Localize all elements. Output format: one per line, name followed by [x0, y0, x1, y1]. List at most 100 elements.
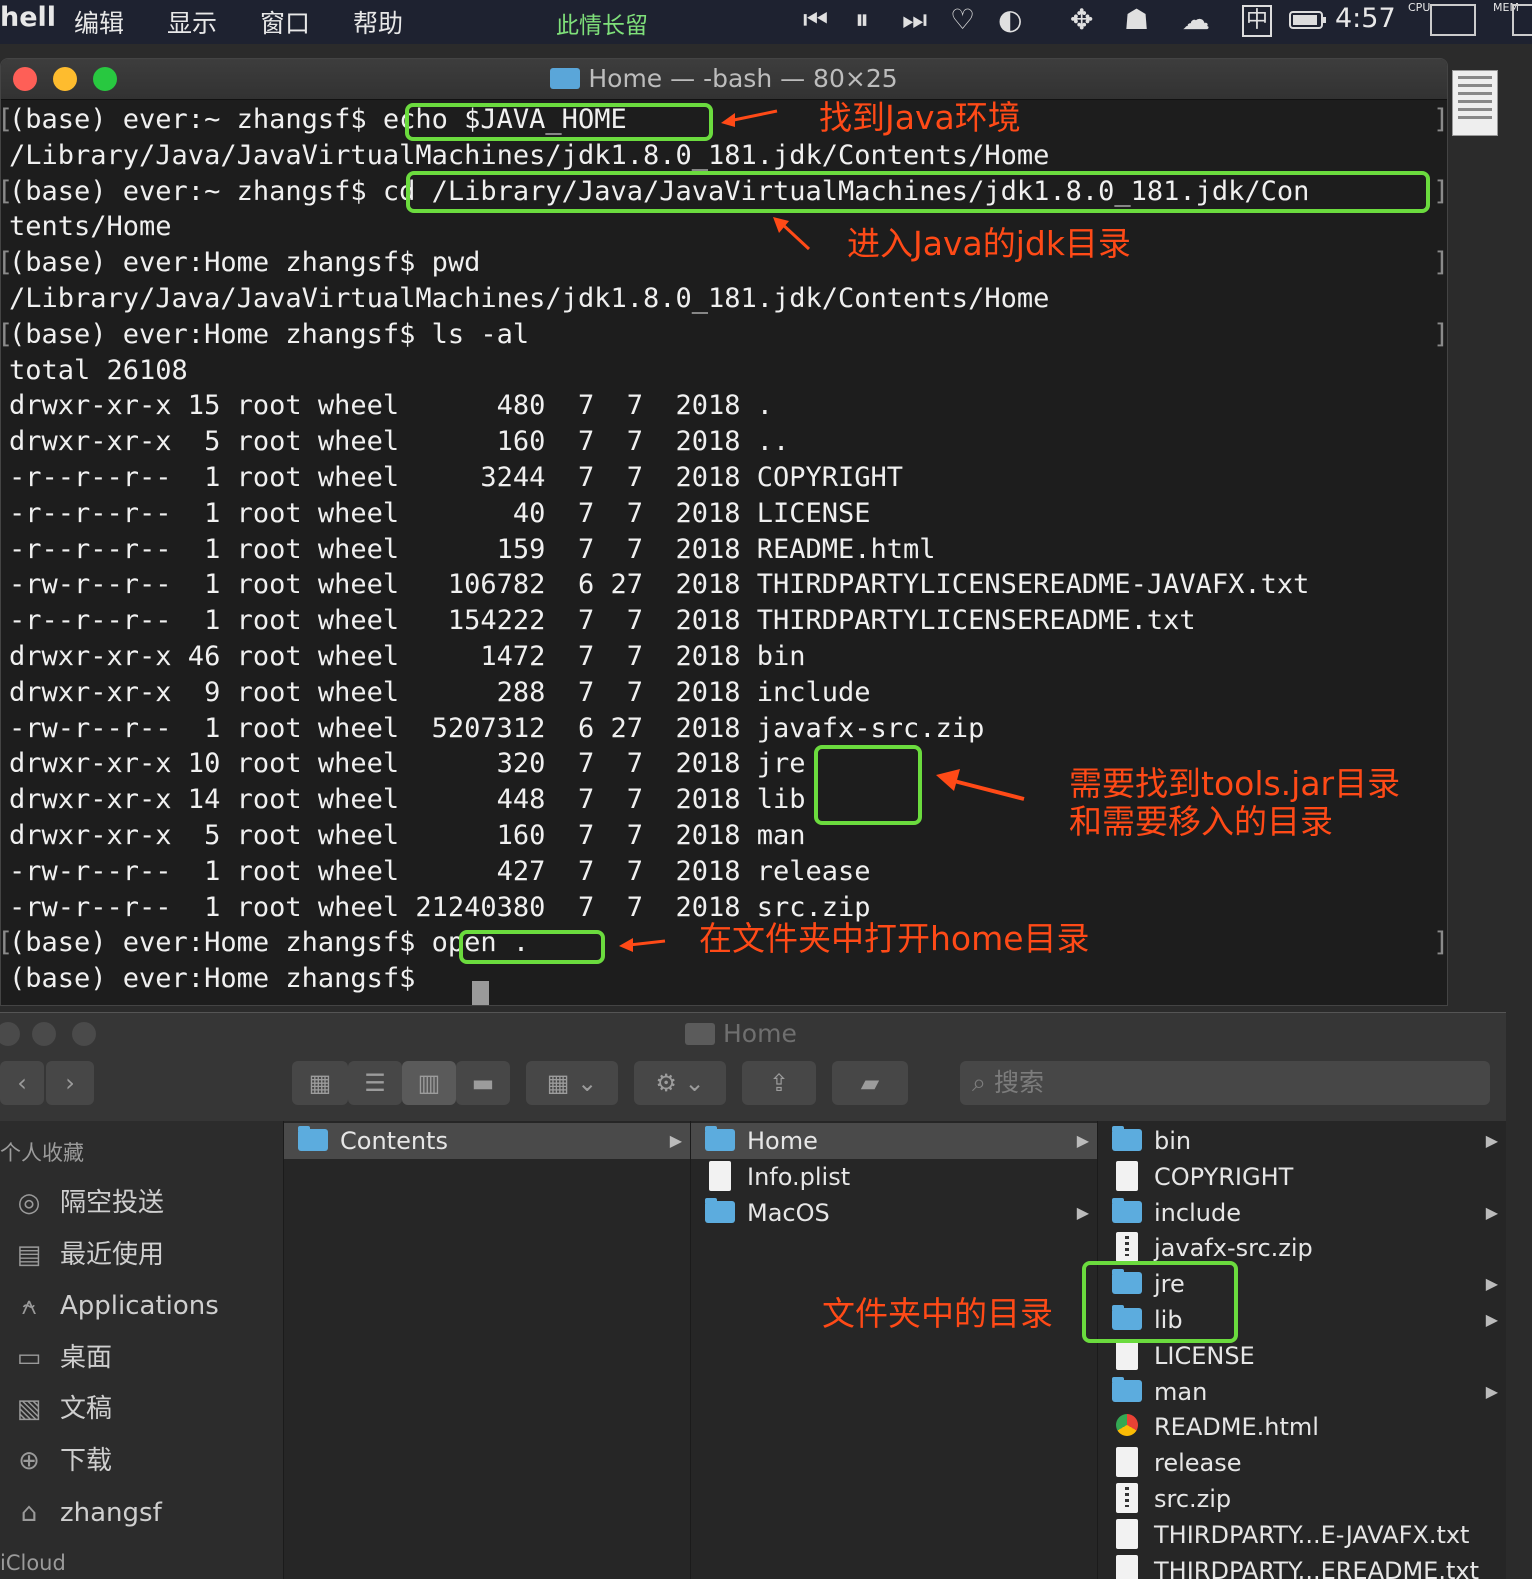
file-name: THIRDPARTY...EREADME.txt	[1154, 1556, 1479, 1579]
menu-edit[interactable]: 编辑	[74, 4, 124, 40]
qq-icon[interactable]: ☗	[1124, 2, 1149, 38]
finder-column-1[interactable]: Contents ▶	[284, 1121, 691, 1579]
menu-view[interactable]: 显示	[167, 4, 217, 40]
terminal-line: drwxr-xr-x 5 root wheel 160 7 7 2018 ..	[9, 426, 790, 458]
list-view-button[interactable]: ☰	[348, 1061, 402, 1105]
input-method-icon[interactable]: 中	[1242, 5, 1273, 37]
file-row[interactable]: THIRDPARTY...EREADME.txt	[1098, 1553, 1506, 1579]
search-input[interactable]: ⌕ 搜索	[960, 1061, 1490, 1105]
tags-button[interactable]: ▰	[832, 1061, 908, 1105]
gallery-view-button[interactable]: ▬	[456, 1061, 510, 1105]
desktop-document-thumbnail[interactable]	[1452, 70, 1498, 136]
file-name: LICENSE	[1154, 1341, 1255, 1370]
action-gear-button[interactable]: ⚙ ⌄	[634, 1061, 726, 1105]
menu-clock[interactable]: 4:57	[1335, 3, 1396, 34]
annotation-enter-jdk: 进入Java的jdk目录	[847, 224, 1131, 263]
downloads-icon: ⊕	[18, 1446, 40, 1476]
home-icon: ⌂	[20, 1497, 38, 1528]
terminal-line: -r--r--r-- 1 root wheel 40 7 7 2018 LICE…	[9, 497, 871, 529]
file-row[interactable]: LICENSE	[1098, 1338, 1506, 1374]
sidebar-section-icloud: iCloud	[0, 1551, 66, 1575]
folder-row[interactable]: man ▶	[1098, 1374, 1506, 1410]
app-menu[interactable]: hell	[0, 2, 56, 33]
file-row[interactable]: Info.plist	[691, 1159, 1097, 1195]
terminal-line: /Library/Java/JavaVirtualMachines/jdk1.8…	[9, 139, 1050, 171]
group-by-button[interactable]: ▦ ⌄	[526, 1061, 618, 1105]
sidebar-item-documents[interactable]: ▧ 文稿	[12, 1389, 112, 1429]
folder-icon	[705, 1126, 735, 1151]
terminal-line: drwxr-xr-x 14 root wheel 448 7 7 2018 li…	[9, 784, 806, 816]
file-row[interactable]: COPYRIGHT	[1098, 1159, 1506, 1195]
highlight-echo-command	[405, 103, 713, 141]
folder-row[interactable]: Home ▶	[691, 1123, 1097, 1159]
terminal-line: -rw-r--r-- 1 root wheel 427 7 7 2018 rel…	[9, 855, 871, 887]
dropbox-icon[interactable]: ✥	[1070, 2, 1093, 38]
heart-icon[interactable]: ♡	[950, 2, 975, 38]
now-playing-title[interactable]: 此情长留	[556, 6, 648, 40]
folder-row[interactable]: MacOS ▶	[691, 1195, 1097, 1231]
terminal-line: -r--r--r-- 1 root wheel 154222 7 7 2018 …	[9, 605, 1196, 637]
file-row[interactable]: THIRDPARTY...E-JAVAFX.txt	[1098, 1517, 1506, 1553]
sidebar-item-recents[interactable]: ▤ 最近使用	[12, 1235, 164, 1275]
sidebar-item-downloads[interactable]: ⊕ 下载	[12, 1441, 112, 1481]
close-button[interactable]	[0, 1022, 20, 1046]
chevron-right-icon: ▶	[1076, 1131, 1089, 1150]
column-view-button[interactable]: ▥	[402, 1061, 456, 1105]
annotation-arrow	[773, 217, 811, 251]
mem-graph[interactable]	[1512, 4, 1532, 36]
terminal-window: Home — -bash — 80×25 (base) ever:~ zhang…	[0, 58, 1448, 1006]
file-row[interactable]: release	[1098, 1445, 1506, 1481]
terminal-line: drwxr-xr-x 15 root wheel 480 7 7 2018 .	[9, 390, 774, 422]
file-name: release	[1154, 1449, 1242, 1478]
share-button[interactable]: ⇪	[742, 1061, 816, 1105]
previous-track-icon[interactable]: ⏮	[803, 2, 828, 38]
folder-row[interactable]: Contents ▶	[284, 1123, 690, 1159]
pause-icon[interactable]: ⏸	[855, 2, 869, 38]
wechat-icon[interactable]: ☁	[1182, 2, 1210, 38]
back-button[interactable]: ‹	[0, 1061, 44, 1105]
annotation-open-home: 在文件夹中打开home目录	[699, 919, 1090, 958]
terminal-line: (base) ever:Home zhangsf$ pwd	[9, 247, 481, 279]
next-track-icon[interactable]: ⏭	[902, 2, 927, 38]
folder-icon	[685, 1023, 715, 1045]
menu-window[interactable]: 窗口	[260, 4, 310, 40]
finder-column-3[interactable]: bin ▶ COPYRIGHT include ▶ javafx-src.zip jre ▶ l…	[1098, 1121, 1506, 1579]
folder-icon	[1112, 1376, 1142, 1402]
music-service-icon[interactable]: ◐	[998, 2, 1022, 38]
cpu-label: CPU	[1408, 1, 1431, 14]
document-icon	[709, 1160, 731, 1191]
forward-button[interactable]: ›	[46, 1061, 94, 1105]
terminal-line: tents/Home	[9, 211, 172, 243]
sidebar-item-label: zhangsf	[60, 1497, 162, 1528]
sidebar-item-home[interactable]: ⌂ zhangsf	[12, 1493, 162, 1533]
zoom-button[interactable]	[72, 1022, 96, 1046]
document-icon	[1116, 1518, 1138, 1549]
terminal-cursor	[472, 981, 489, 1005]
chevron-right-icon: ▶	[1485, 1274, 1498, 1294]
terminal-line: drwxr-xr-x 5 root wheel 160 7 7 2018 man	[9, 820, 806, 851]
search-placeholder: 搜索	[994, 1068, 1045, 1097]
sidebar-item-desktop[interactable]: ▭ 桌面	[12, 1338, 112, 1378]
finder-title-text: Home	[723, 1019, 797, 1048]
terminal-line: -r--r--r-- 1 root wheel 159 7 7 2018 REA…	[9, 533, 936, 565]
folder-icon	[1112, 1197, 1142, 1223]
icon-view-button[interactable]: ▦	[292, 1061, 348, 1105]
cpu-graph[interactable]	[1430, 4, 1476, 36]
annotation-arrow	[721, 109, 778, 127]
sidebar-item-airdrop[interactable]: ◎ 隔空投送	[12, 1183, 164, 1223]
finder-column-2[interactable]: Home ▶ Info.plist MacOS ▶	[691, 1121, 1098, 1579]
menu-help[interactable]: 帮助	[353, 4, 403, 40]
terminal-line: (base) ever:Home zhangsf$ ls -al	[9, 318, 530, 350]
folder-row[interactable]: bin ▶	[1098, 1123, 1506, 1159]
prompt-marker: [	[1, 317, 13, 353]
folder-row[interactable]: include ▶	[1098, 1195, 1506, 1231]
file-row[interactable]: README.html	[1098, 1409, 1506, 1445]
folder-icon	[705, 1197, 735, 1223]
file-row[interactable]: src.zip	[1098, 1481, 1506, 1517]
applications-icon: ⍲	[21, 1291, 37, 1322]
sidebar-item-applications[interactable]: ⍲ Applications	[12, 1286, 219, 1326]
sidebar-item-label: 最近使用	[60, 1239, 165, 1270]
terminal-titlebar: Home — -bash — 80×25	[1, 59, 1447, 100]
battery-icon[interactable]	[1288, 2, 1328, 47]
minimize-button[interactable]	[32, 1022, 56, 1046]
